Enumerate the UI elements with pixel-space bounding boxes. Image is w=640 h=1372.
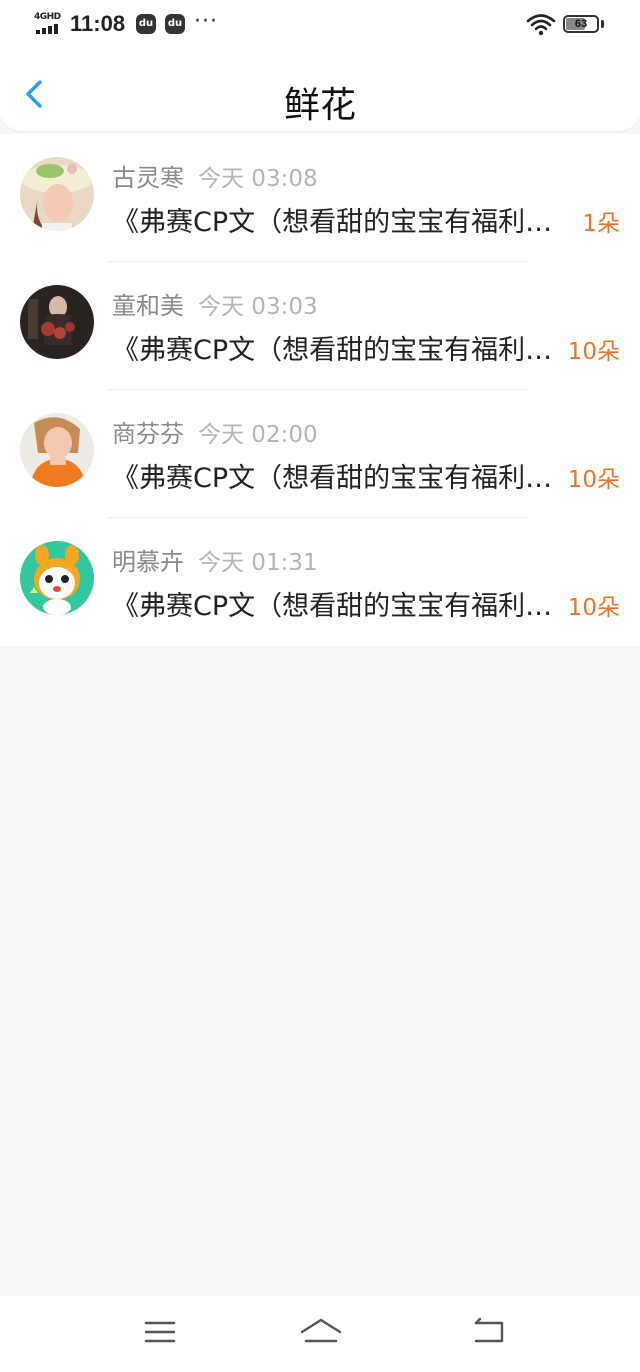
signal-icon: 4GHD <box>34 12 64 36</box>
back-icon <box>474 1317 504 1343</box>
message-text: 《弗赛CP文（想看甜的宝宝有福利了）》 <box>112 207 564 238</box>
status-bar: 4GHD 11:08 du du ··· 63 <box>0 0 640 52</box>
list-item[interactable]: 商芬芬 今天 02:00 《弗赛CP文（想看甜的宝宝有福利了）》 10朵 <box>0 390 640 518</box>
flower-count: 1朵 <box>582 211 620 237</box>
flower-count: 10朵 <box>567 595 620 621</box>
wifi-icon <box>526 14 556 36</box>
more-notifications-icon: ··· <box>194 9 218 34</box>
sent-time: 今天 03:03 <box>198 294 318 320</box>
notification-app-icon: du <box>165 14 185 34</box>
flower-list: 古灵寒今天 03:08 《弗赛CP文（想看甜的宝宝有福利了）》 1朵 童和美今 <box>0 134 640 646</box>
avatar <box>20 157 94 231</box>
home-button[interactable] <box>298 1314 344 1350</box>
home-icon <box>300 1318 342 1343</box>
list-item[interactable]: 童和美 今天 03:03 《弗赛CP文（想看甜的宝宝有福利了）》 10朵 <box>0 262 640 390</box>
message-text: 《弗赛CP文（想看甜的宝宝有福利了）》 <box>112 335 564 366</box>
menu-button[interactable] <box>140 1314 180 1350</box>
title-bar: 鲜花 <box>0 52 640 132</box>
flower-count: 10朵 <box>567 339 620 365</box>
status-time: 11:08 <box>70 11 126 36</box>
sender-name: 古灵寒 <box>112 164 184 192</box>
network-type: 4GHD <box>34 12 61 22</box>
sender-name: 童和美 <box>112 292 184 320</box>
back-nav-button[interactable] <box>470 1314 510 1350</box>
message-text: 《弗赛CP文（想看甜的宝宝有福利了）》 <box>112 463 564 494</box>
system-nav-bar <box>0 1296 640 1372</box>
avatar <box>20 541 94 615</box>
list-item[interactable]: 古灵寒 今天 03:08 《弗赛CP文（想看甜的宝宝有福利了）》 1朵 <box>0 134 640 262</box>
flower-count: 10朵 <box>567 467 620 493</box>
sent-time: 今天 03:08 <box>198 166 318 192</box>
avatar <box>20 285 94 359</box>
message-text: 《弗赛CP文（想看甜的宝宝有福利了）》 <box>112 591 564 622</box>
page-title: 鲜花 <box>283 85 356 126</box>
battery-cap <box>601 20 604 28</box>
list-item[interactable]: 明慕卉 今天 01:31 《弗赛CP文（想看甜的宝宝有福利了）》 10朵 <box>0 518 640 646</box>
screen: 4GHD 11:08 du du ··· 63 鲜花 古灵寒 今天 03:08 … <box>0 0 640 1372</box>
sent-time: 今天 02:00 <box>198 422 318 448</box>
battery-level: 63 <box>574 18 588 30</box>
sender-name: 明慕卉 <box>112 548 184 576</box>
sender-name: 商芬芬 <box>112 420 184 448</box>
notification-app-icon: du <box>136 14 156 34</box>
menu-icon <box>144 1321 176 1343</box>
avatar <box>20 413 94 487</box>
battery-icon: 63 <box>563 15 599 33</box>
sent-time: 今天 01:31 <box>198 550 318 576</box>
